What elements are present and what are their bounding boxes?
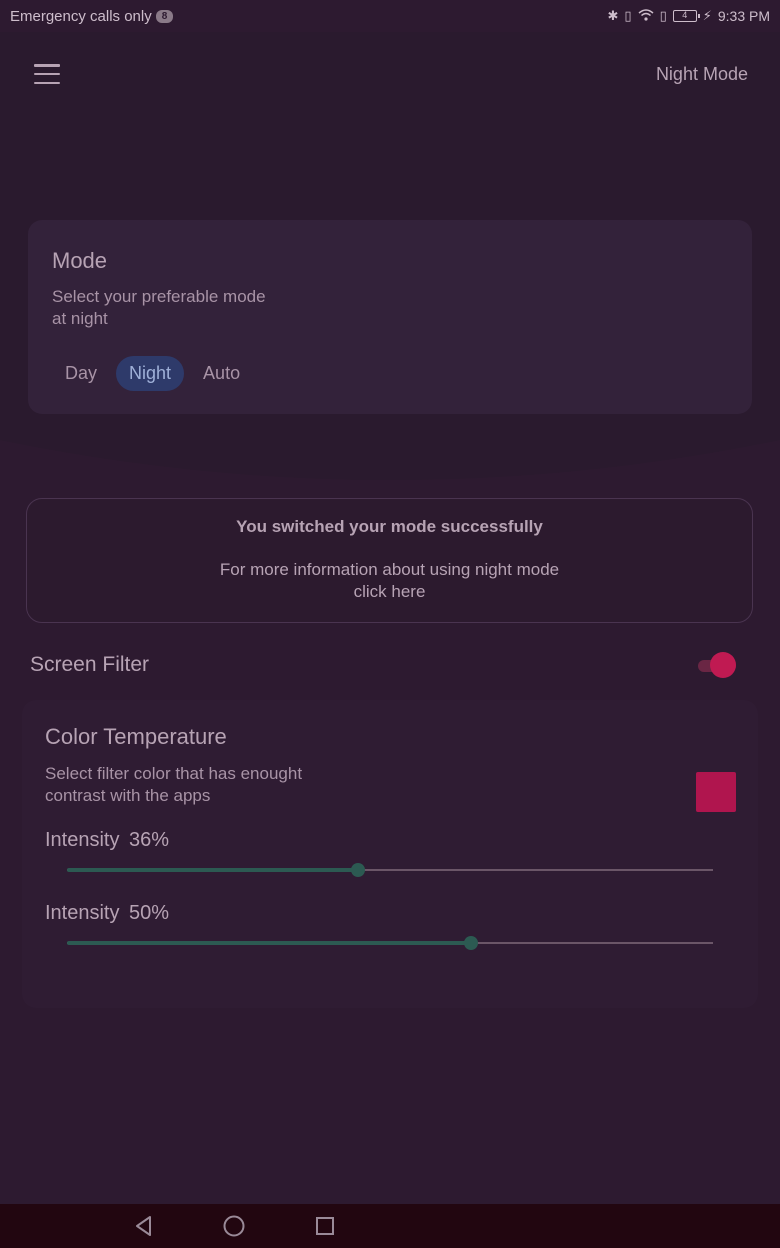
- mode-card: Mode Select your preferable mode at nigh…: [28, 220, 752, 414]
- color-temperature-description: Select filter color that has enought con…: [45, 764, 303, 805]
- toggle-thumb: [710, 652, 736, 678]
- home-icon[interactable]: [222, 1214, 246, 1238]
- screen-filter-row: Screen Filter: [30, 640, 740, 690]
- notice-info-line: For more information about using night m…: [219, 560, 560, 579]
- app-title: Night Mode: [655, 63, 748, 84]
- notification-count-badge: 8: [155, 9, 174, 23]
- intensity-label-text: Intensity: [45, 829, 120, 851]
- slider-knob[interactable]: [350, 863, 365, 877]
- status-left: Emergency calls only 8: [10, 7, 174, 25]
- navigation-bar: [0, 1204, 780, 1248]
- recents-icon[interactable]: [313, 1214, 337, 1238]
- header-curve: [0, 430, 780, 480]
- mode-selector: Day Night Auto: [52, 356, 728, 391]
- notice-headline: You switched your mode successfully: [236, 517, 543, 536]
- notice-click-here-link[interactable]: click here: [27, 581, 752, 603]
- mode-option-day[interactable]: Day: [52, 356, 110, 391]
- hamburger-menu-icon[interactable]: [34, 64, 60, 84]
- slider-fill: [67, 868, 358, 872]
- intensity-value-1: 36%: [129, 829, 170, 851]
- intensity-slider-2[interactable]: [67, 931, 713, 955]
- color-temperature-card: Color Temperature Select filter color th…: [22, 700, 758, 1008]
- slider-knob[interactable]: [463, 936, 478, 950]
- intensity-slider-1[interactable]: [67, 858, 713, 882]
- back-icon[interactable]: [132, 1214, 156, 1238]
- charging-icon: ⚡: [702, 8, 712, 23]
- mode-switched-notice[interactable]: You switched your mode successfully For …: [26, 498, 753, 623]
- screen-filter-label: Screen Filter: [30, 653, 150, 676]
- mode-option-auto[interactable]: Auto: [190, 356, 253, 391]
- mode-description: Select your preferable mode at night: [52, 287, 266, 328]
- battery-icon: 4: [672, 10, 700, 22]
- mode-option-night[interactable]: Night: [116, 356, 185, 391]
- status-right: ✱ ▯ ▯ 4 ⚡ 9:33 PM: [608, 8, 771, 24]
- clock: 9:33 PM: [717, 8, 770, 24]
- filter-color-swatch[interactable]: [696, 772, 736, 812]
- sim-icon: ▯: [659, 8, 667, 23]
- intensity-label-1: Intensity 36%: [45, 829, 735, 852]
- intensity-label-text: Intensity: [45, 902, 120, 924]
- intensity-value-2: 50%: [129, 902, 170, 924]
- app-bar: Night Mode: [0, 32, 780, 116]
- color-temperature-title: Color Temperature: [45, 724, 227, 749]
- wifi-icon: [638, 8, 654, 24]
- vibrate-icon: ▯: [624, 8, 632, 23]
- mode-title: Mode: [52, 248, 108, 273]
- bluetooth-icon: ✱: [607, 8, 619, 23]
- slider-fill: [67, 941, 471, 945]
- carrier-text: Emergency calls only: [10, 7, 152, 25]
- intensity-label-2: Intensity 50%: [45, 902, 735, 925]
- status-bar: Emergency calls only 8 ✱ ▯ ▯ 4 ⚡ 9:33 PM: [0, 0, 780, 32]
- screen-filter-toggle[interactable]: [698, 652, 740, 678]
